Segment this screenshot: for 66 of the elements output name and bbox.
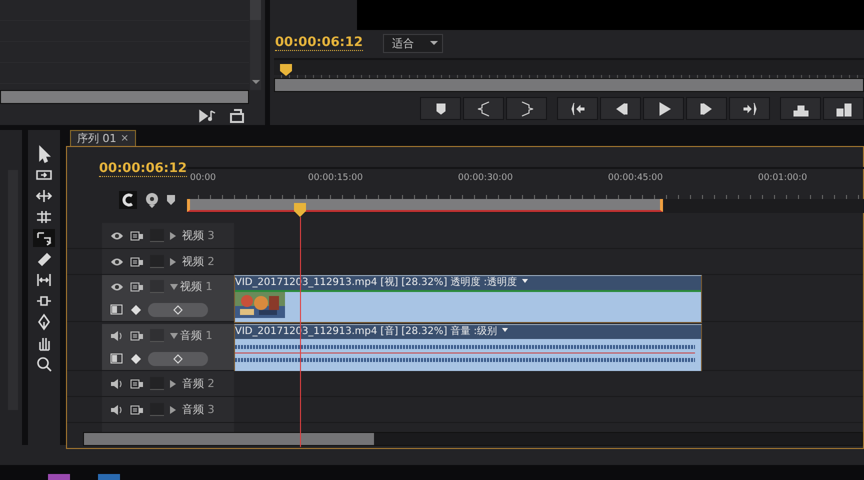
speaker-icon[interactable] — [110, 404, 124, 416]
track-name: 音频 3 — [182, 402, 214, 417]
lock-toggle[interactable] — [150, 255, 164, 268]
ruler-label: 00:01:00:0 — [758, 173, 808, 183]
out-button[interactable] — [506, 97, 547, 120]
sync-lock-icon[interactable] — [130, 404, 144, 414]
scrollbar[interactable] — [83, 432, 863, 446]
lock-toggle[interactable] — [150, 229, 164, 242]
diamond-icon[interactable] — [173, 354, 183, 364]
ruler-label: 00:00:15:00 — [308, 173, 364, 183]
zoom-scrollbar[interactable] — [274, 78, 864, 92]
speaker-icon[interactable] — [110, 330, 124, 342]
marker-icon[interactable] — [166, 195, 175, 205]
play-button[interactable] — [643, 97, 684, 120]
lock-toggle[interactable] — [150, 403, 164, 416]
ruler-label: 00:00 — [190, 173, 217, 183]
timecode[interactable]: 00:00:06:12 — [99, 161, 187, 177]
playhead-icon[interactable] — [294, 203, 306, 217]
zoom-dropdown[interactable]: 适合 — [382, 34, 443, 52]
go-in-button[interactable] — [557, 97, 598, 120]
diamond-icon[interactable] — [173, 304, 183, 315]
track-name: 视频 3 — [182, 228, 214, 243]
snap-icon[interactable] — [118, 191, 137, 209]
ripple-edit-icon[interactable] — [33, 187, 55, 205]
ruler-label: 00:00:30:00 — [458, 173, 514, 183]
sync-lock-icon[interactable] — [130, 330, 144, 341]
disc-icon[interactable] — [144, 192, 159, 208]
playhead-icon[interactable] — [280, 64, 292, 76]
speaker-icon[interactable] — [110, 378, 124, 390]
sync-lock-icon[interactable] — [130, 230, 144, 240]
eye-icon[interactable] — [110, 230, 124, 240]
sync-lock-icon[interactable] — [130, 378, 144, 388]
keyframe-navigator[interactable] — [148, 352, 208, 366]
step-back-button[interactable] — [600, 97, 641, 120]
timecode[interactable]: 00:00:06:12 — [275, 35, 363, 51]
in-button[interactable] — [463, 97, 504, 120]
display-style-icon[interactable] — [110, 304, 124, 316]
lock-toggle[interactable] — [150, 329, 164, 342]
keyframe-navigator[interactable] — [148, 302, 208, 317]
lift-button[interactable] — [780, 97, 821, 120]
sync-lock-icon[interactable] — [130, 282, 144, 292]
close-button[interactable]: × — [120, 133, 129, 144]
audio-play-icon[interactable] — [199, 109, 217, 123]
rate-stretch-icon[interactable] — [33, 229, 55, 247]
time-ruler[interactable]: 00:00 00:00:15:00 00:00:30:00 00:00:45:00 00:01:00:0 — [186, 167, 864, 213]
keyframe-icon[interactable] — [130, 352, 142, 365]
display-style-icon[interactable] — [110, 352, 124, 365]
sequence-tab[interactable]: 序列 01 × — [70, 130, 136, 146]
sync-lock-icon[interactable] — [130, 256, 144, 266]
lock-toggle[interactable] — [150, 377, 164, 390]
eye-icon[interactable] — [110, 256, 124, 266]
scrollbar[interactable] — [0, 90, 249, 104]
scrollbar[interactable] — [250, 0, 261, 90]
lock-toggle[interactable] — [150, 280, 164, 294]
track-name: 视频 2 — [182, 254, 214, 269]
marker-button[interactable] — [420, 97, 461, 120]
extract-button[interactable] — [823, 97, 864, 120]
go-out-button[interactable] — [729, 97, 770, 120]
eye-icon[interactable] — [110, 282, 124, 292]
track-name: 音频 1 — [180, 328, 212, 344]
track-name: 视频 1 — [180, 279, 212, 294]
ruler-label: 00:00:45:00 — [608, 173, 664, 183]
export-icon[interactable] — [229, 109, 245, 123]
track-name: 音频 2 — [182, 376, 214, 391]
step-forward-button[interactable] — [686, 97, 727, 120]
keyframe-icon[interactable] — [130, 304, 142, 316]
